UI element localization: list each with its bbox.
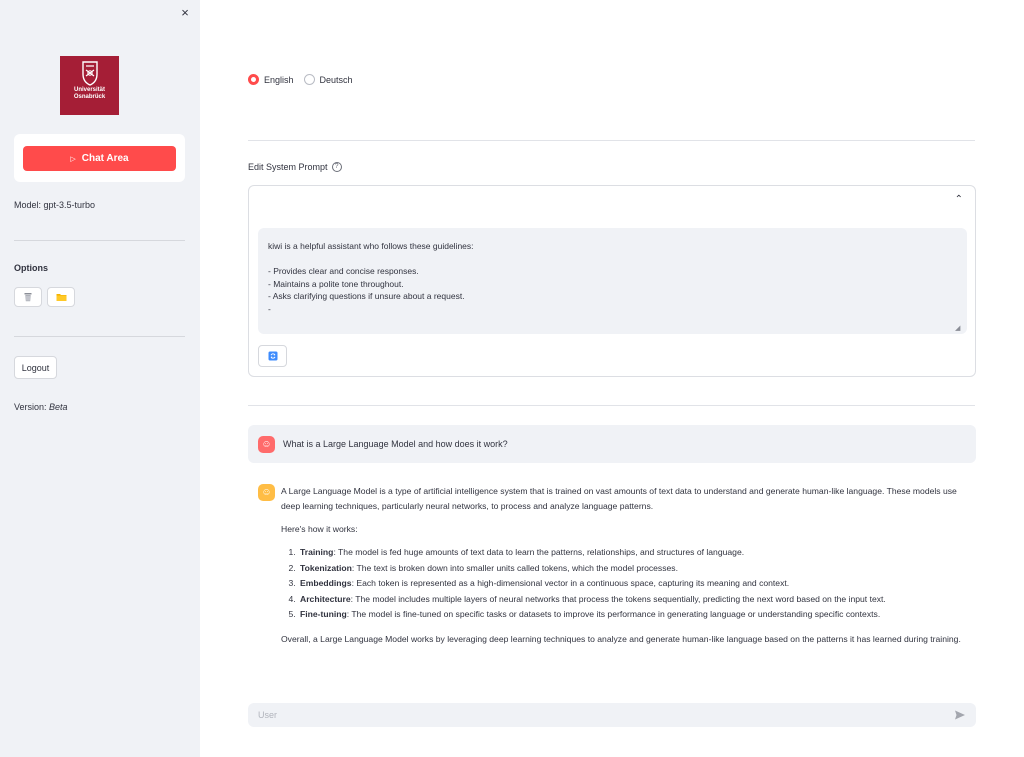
update-prompt-button[interactable]	[258, 345, 287, 367]
chat-input[interactable]	[258, 710, 954, 720]
step-term: Fine-tuning	[300, 609, 347, 619]
refresh-icon	[268, 351, 277, 361]
system-prompt-label: Edit System Prompt ?	[248, 162, 342, 172]
version-prefix: Version:	[14, 402, 50, 412]
sidebar: × Universität Osnabrück ▷ Chat Area Mode…	[0, 0, 200, 757]
language-radio-group: English Deutsch	[248, 74, 353, 85]
system-prompt-label-text: Edit System Prompt	[248, 162, 328, 172]
divider	[14, 240, 185, 241]
logo-text-line1: Universität	[73, 87, 105, 93]
assistant-avatar-icon: ☺	[258, 484, 275, 501]
step-term: Tokenization	[300, 562, 352, 573]
assistant-conclusion: Overall, a Large Language Model works by…	[281, 633, 961, 644]
chat-area-container: ▷ Chat Area	[14, 134, 185, 182]
step-term: Training	[300, 547, 334, 557]
open-folder-button[interactable]	[47, 287, 75, 307]
play-arrow-icon: ▷	[70, 155, 76, 163]
crest-icon	[81, 61, 98, 86]
assistant-steps-list: Training: The model is fed huge amounts …	[298, 545, 971, 623]
chat-area-label: Chat Area	[81, 153, 129, 164]
assistant-howto: Here's how it works:	[281, 524, 358, 534]
chevron-up-icon[interactable]: ⌃	[955, 194, 963, 205]
assistant-message-body: A Large Language Model is a type of arti…	[281, 484, 971, 655]
logout-button[interactable]: Logout	[14, 356, 57, 379]
chat-area-button[interactable]: ▷ Chat Area	[23, 146, 176, 171]
step-text: : The model is fed huge amounts of text …	[333, 547, 745, 557]
list-item: Architecture: The model includes multipl…	[298, 592, 971, 608]
divider	[14, 336, 185, 337]
step-text: : The model includes multiple layers of …	[350, 593, 886, 604]
assistant-intro: A Large Language Model is a type of arti…	[281, 486, 957, 511]
resize-handle-icon[interactable]: ◢	[955, 324, 971, 373]
model-info: Model: gpt-3.5-turbo	[14, 200, 96, 210]
user-avatar-icon: ☺	[258, 435, 275, 453]
list-item: Training: The model is fed huge amounts …	[298, 545, 971, 561]
step-text: : The text is broken down into smaller u…	[351, 562, 678, 573]
list-item: Embeddings: Each token is represented as…	[298, 576, 971, 592]
divider	[248, 405, 975, 406]
version-info: Version: Beta	[14, 402, 68, 412]
system-prompt-expander: ⌃ kiwi is a helpful assistant who follow…	[248, 185, 976, 377]
trash-icon	[24, 293, 32, 302]
folder-icon	[56, 294, 66, 301]
divider	[248, 140, 975, 141]
delete-chat-button[interactable]	[14, 287, 42, 307]
language-option-deutsch[interactable]: Deutsch	[303, 74, 353, 85]
user-chat-message: ☺ What is a Large Language Model and how…	[248, 425, 976, 463]
step-term: Embeddings	[300, 578, 352, 588]
version-value: Beta	[49, 402, 68, 412]
step-text: : The model is fine-tuned on specific ta…	[346, 609, 881, 619]
list-item: Tokenization: The text is broken down in…	[298, 561, 971, 577]
list-item: Fine-tuning: The model is fine-tuned on …	[298, 607, 971, 623]
send-icon[interactable]	[954, 709, 966, 721]
language-option-english[interactable]: English	[248, 74, 294, 85]
step-text: : Each token is represented as a high-di…	[351, 578, 790, 588]
step-term: Architecture	[300, 593, 351, 604]
language-option-label: Deutsch	[319, 74, 353, 85]
radio-unselected-icon[interactable]	[303, 74, 315, 85]
logo-text-line2: Osnabrück	[73, 94, 106, 100]
chat-input-bar	[248, 703, 976, 727]
radio-selected-icon[interactable]	[248, 74, 259, 85]
logo-text: Universität Osnabrück	[74, 87, 105, 101]
help-icon[interactable]: ?	[331, 162, 342, 172]
assistant-chat-message: ☺ A Large Language Model is a type of ar…	[258, 484, 976, 655]
options-label: Options	[14, 263, 48, 273]
user-message-text: What is a Large Language Model and how d…	[283, 439, 508, 449]
close-icon[interactable]: ×	[178, 6, 192, 20]
language-option-label: English	[264, 74, 294, 85]
university-logo: Universität Osnabrück	[60, 56, 119, 115]
system-prompt-textarea[interactable]: kiwi is a helpful assistant who follows …	[258, 228, 967, 334]
